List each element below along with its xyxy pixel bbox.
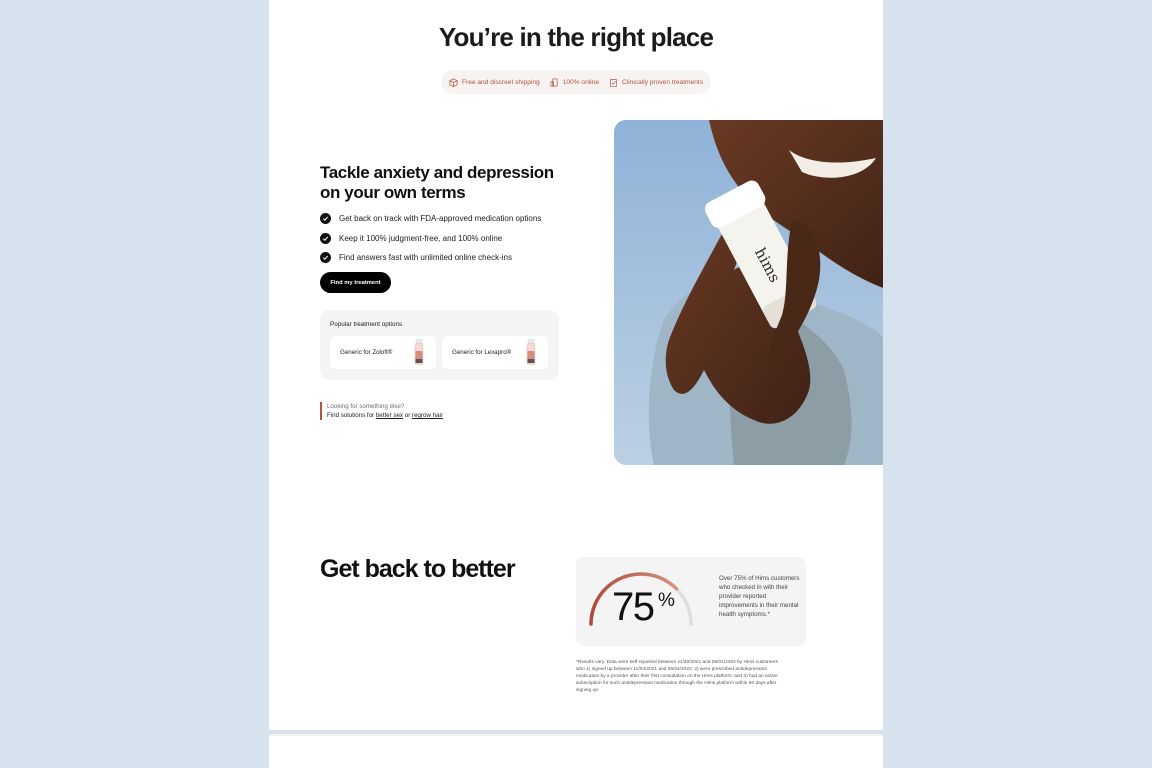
pill-bottle-icon (414, 339, 424, 365)
check-icon (320, 213, 331, 225)
benefits-pill: Free and discreet shipping 100% online C… (441, 70, 711, 94)
treatment-card-lexapro[interactable]: Generic for Lexapro® (442, 336, 548, 369)
list-item: Find answers fast with unlimited online … (320, 248, 541, 268)
box-icon (449, 77, 458, 87)
treatment-card-zoloft[interactable]: Generic for Zoloft® (330, 336, 436, 369)
badge-online: 100% online (550, 78, 599, 87)
clipboard-check-icon (609, 78, 618, 87)
better-sex-link[interactable]: better sex (376, 412, 403, 419)
regrow-hair-link[interactable]: regrow hair (412, 412, 443, 419)
check-icon (320, 232, 331, 244)
popular-treatments-label: Popular treatment options (330, 321, 403, 328)
stat-unit: % (658, 590, 675, 611)
list-item: Get back on track with FDA-approved medi… (320, 209, 541, 229)
benefit-list: Get back on track with FDA-approved medi… (320, 209, 541, 268)
find-my-treatment-button[interactable]: Find my treatment (320, 272, 391, 293)
badge-clinical: Clinically proven treatments (609, 78, 703, 87)
hero-photo: hims (614, 120, 883, 465)
hero-title: You’re in the right place (438, 22, 714, 52)
pill-bottle-icon (526, 339, 536, 365)
stats-heading: Get back to better (320, 555, 516, 583)
results-footnote: *Results vary. Data were self-reported b… (576, 660, 778, 693)
popular-treatments-card: Popular treatment options Generic for Zo… (320, 310, 559, 380)
landing-page: You’re in the right place Free and discr… (269, 0, 883, 730)
stat-description: Over 75% of Hims customers who checked i… (719, 575, 800, 618)
other-solutions: Looking for something else? Find solutio… (320, 402, 443, 420)
intro-heading: Tackle anxiety and depression on your ow… (320, 163, 554, 202)
badge-shipping: Free and discreet shipping (449, 77, 540, 87)
check-icon (320, 252, 331, 264)
next-section (269, 734, 883, 768)
stat-card: 75 % Over 75% of Hims customers who chec… (576, 557, 806, 646)
list-item: Keep it 100% judgment-free, and 100% onl… (320, 229, 541, 249)
devices-icon (550, 78, 558, 86)
stat-number: 75 (612, 585, 655, 629)
